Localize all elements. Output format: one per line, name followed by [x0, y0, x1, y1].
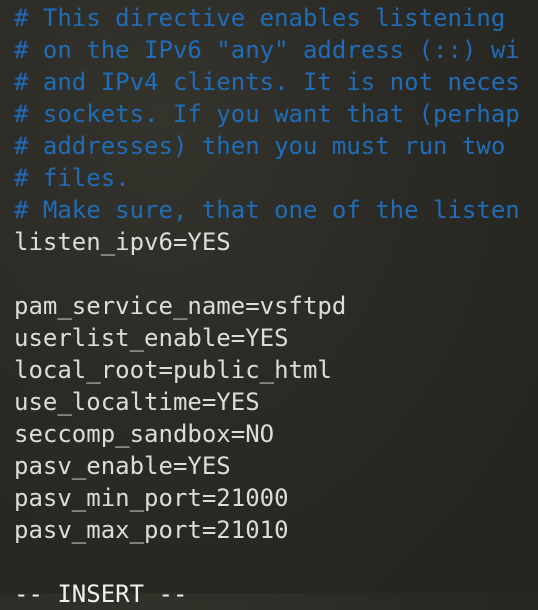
- config-line: seccomp_sandbox=NO: [14, 420, 275, 448]
- comment-line: # on the IPv6 "any" address (::) wi: [14, 36, 520, 64]
- config-line: pam_service_name=vsftpd: [14, 292, 347, 320]
- comment-line: # This directive enables listening: [14, 4, 506, 32]
- comment-line: # sockets. If you want that (perhap: [14, 100, 520, 128]
- config-line: pasv_max_port=21010: [14, 516, 289, 544]
- config-line: use_localtime=YES: [14, 388, 260, 416]
- config-line: local_root=public_html: [14, 356, 332, 384]
- comment-line: # and IPv4 clients. It is not neces: [14, 68, 520, 96]
- config-line: userlist_enable=YES: [14, 324, 289, 352]
- vim-mode-indicator: -- INSERT --: [14, 580, 188, 608]
- config-line: pasv_min_port=21000: [14, 484, 289, 512]
- comment-line: # Make sure, that one of the listen: [14, 196, 520, 224]
- comment-line: # addresses) then you must run two: [14, 132, 506, 160]
- config-line: listen_ipv6=YES: [14, 228, 231, 256]
- config-line: pasv_enable=YES: [14, 452, 231, 480]
- comment-line: # files.: [14, 164, 130, 192]
- config-line: [14, 258, 538, 290]
- vim-editor-buffer[interactable]: # This directive enables listening # on t…: [14, 2, 538, 546]
